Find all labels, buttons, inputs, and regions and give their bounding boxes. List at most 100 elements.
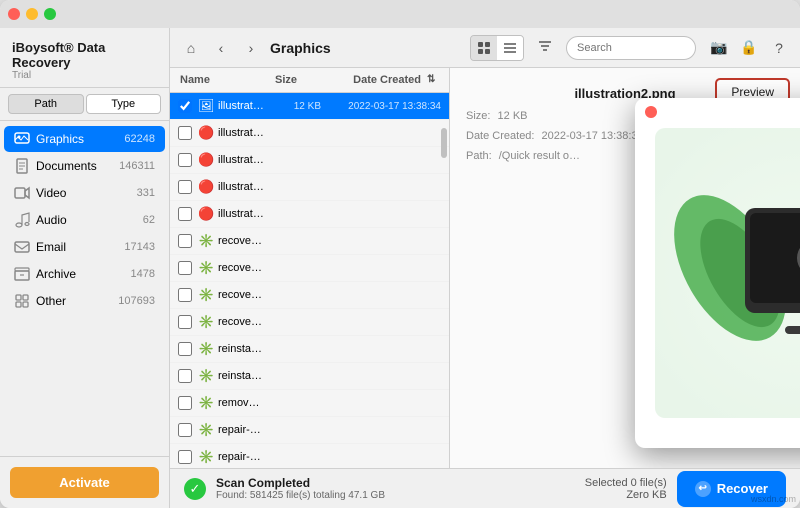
table-row[interactable]: ✳️ repair-… — [170, 417, 449, 444]
file-checkbox[interactable] — [178, 207, 192, 221]
titlebar — [0, 0, 800, 28]
toolbar-icons: 📷 🔒 ? — [708, 37, 790, 59]
sidebar-item-email[interactable]: Email 17143 — [4, 234, 165, 260]
file-type-icon: 🖼 — [198, 98, 214, 114]
table-row[interactable]: ✳️ reinsta… — [170, 336, 449, 363]
file-checkbox[interactable] — [178, 396, 192, 410]
activate-button[interactable]: Activate — [10, 467, 159, 498]
file-checkbox[interactable] — [178, 450, 192, 464]
scrollbar[interactable] — [441, 128, 447, 158]
table-row[interactable]: ✳️ reinsta… — [170, 363, 449, 390]
table-row[interactable]: 🔴 illustrat… — [170, 174, 449, 201]
date-value: 2022-03-17 13:38:34 — [542, 130, 644, 142]
table-row[interactable]: ✳️ recove… — [170, 309, 449, 336]
file-checkbox[interactable] — [178, 234, 192, 248]
archive-icon — [14, 266, 30, 282]
sidebar-item-label-email: Email — [36, 240, 124, 254]
table-row[interactable]: ✳️ recove… — [170, 255, 449, 282]
file-size: 12 KB — [266, 101, 321, 112]
sidebar-item-count-other: 107693 — [118, 295, 155, 307]
sidebar-item-count-archive: 1478 — [131, 268, 155, 280]
sidebar-item-count-video: 331 — [137, 187, 155, 199]
file-type-icon: ✳️ — [198, 287, 214, 303]
table-row[interactable]: 🖼 illustration2.png 12 KB 2022-03-17 13:… — [170, 93, 449, 120]
selected-info: Selected 0 file(s) Zero KB — [585, 477, 667, 501]
video-icon — [14, 185, 30, 201]
sidebar-item-count-audio: 62 — [143, 214, 155, 226]
table-row[interactable]: ✳️ repair-… — [170, 444, 449, 468]
file-name: recove… — [218, 262, 266, 274]
file-checkbox[interactable] — [178, 126, 192, 140]
file-type-icon: ✳️ — [198, 449, 214, 465]
search-input[interactable] — [566, 36, 696, 60]
maximize-button[interactable] — [44, 8, 56, 20]
sidebar-item-label-audio: Audio — [36, 213, 143, 227]
file-checkbox[interactable] — [178, 342, 192, 356]
back-button[interactable]: ‹ — [210, 37, 232, 59]
home-button[interactable]: ⌂ — [180, 37, 202, 59]
sidebar-item-video[interactable]: Video 331 — [4, 180, 165, 206]
path-label: Path: — [466, 150, 492, 162]
sidebar-item-count-email: 17143 — [124, 241, 155, 253]
table-row[interactable]: 🔴 illustrat… — [170, 147, 449, 174]
filter-button[interactable] — [532, 35, 558, 61]
close-button[interactable] — [8, 8, 20, 20]
grid-view-button[interactable] — [471, 36, 497, 60]
camera-button[interactable]: 📷 — [708, 37, 730, 59]
file-type-icon: ✳️ — [198, 260, 214, 276]
file-checkbox[interactable] — [178, 423, 192, 437]
selected-size: Zero KB — [585, 489, 667, 501]
file-checkbox[interactable] — [178, 369, 192, 383]
file-checkbox[interactable] — [178, 99, 192, 113]
path-value: /Quick result o… — [499, 150, 580, 162]
file-name: remov… — [218, 397, 266, 409]
documents-icon — [14, 158, 30, 174]
sidebar-item-label-other: Other — [36, 294, 118, 308]
other-icon — [14, 293, 30, 309]
path-tab[interactable]: Path — [8, 94, 84, 114]
info-button[interactable]: 🔒 — [738, 37, 760, 59]
sidebar-item-count-graphics: 62248 — [124, 133, 155, 145]
file-type-icon: 🔴 — [198, 152, 214, 168]
table-row[interactable]: 🔴 illustrat… — [170, 201, 449, 228]
file-list-panel: Name Size Date Created ⇅ 🖼 illustration2… — [170, 68, 450, 468]
sidebar-item-archive[interactable]: Archive 1478 — [4, 261, 165, 287]
file-type-icon: 🔴 — [198, 125, 214, 141]
list-view-button[interactable] — [497, 36, 523, 60]
sidebar-item-count-documents: 146311 — [119, 160, 155, 172]
sidebar-item-label-graphics: Graphics — [36, 132, 124, 146]
view-toggle — [470, 35, 524, 61]
file-type-icon: ✳️ — [198, 341, 214, 357]
sidebar-item-graphics[interactable]: Graphics 62248 — [4, 126, 165, 152]
file-type-icon: 🔴 — [198, 179, 214, 195]
sidebar-item-audio[interactable]: Audio 62 — [4, 207, 165, 233]
file-checkbox[interactable] — [178, 153, 192, 167]
file-type-icon: 🔴 — [198, 206, 214, 222]
popup-close-button[interactable] — [645, 106, 657, 118]
sidebar-item-documents[interactable]: Documents 146311 — [4, 153, 165, 179]
table-row[interactable]: ✳️ remov… — [170, 390, 449, 417]
status-bar: ✓ Scan Completed Found: 581425 file(s) t… — [170, 468, 800, 508]
table-row[interactable]: ✳️ recove… — [170, 282, 449, 309]
preview-popup:  ? — [635, 98, 800, 448]
table-row[interactable]: 🔴 illustrat… — [170, 120, 449, 147]
path-type-tabs: Path Type — [0, 88, 169, 121]
file-checkbox[interactable] — [178, 315, 192, 329]
scan-subtitle: Found: 581425 file(s) totaling 47.1 GB — [216, 490, 385, 501]
date-label: Date Created: — [466, 130, 534, 142]
forward-button[interactable]: › — [240, 37, 262, 59]
file-checkbox[interactable] — [178, 288, 192, 302]
minimize-button[interactable] — [26, 8, 38, 20]
toolbar: ⌂ ‹ › Graphics 📷 🔒 — [170, 28, 800, 68]
app-title: iBoysoft® Data Recovery — [12, 40, 157, 70]
sidebar-item-other[interactable]: Other 107693 — [4, 288, 165, 314]
help-button[interactable]: ? — [768, 37, 790, 59]
recover-icon: ↩ — [695, 481, 711, 497]
file-checkbox[interactable] — [178, 261, 192, 275]
file-date: 2022-03-17 13:38:34 — [321, 101, 441, 112]
table-row[interactable]: ✳️ recove… — [170, 228, 449, 255]
type-tab[interactable]: Type — [86, 94, 162, 114]
file-list-header: Name Size Date Created ⇅ — [170, 68, 449, 93]
file-name: recove… — [218, 316, 266, 328]
file-checkbox[interactable] — [178, 180, 192, 194]
